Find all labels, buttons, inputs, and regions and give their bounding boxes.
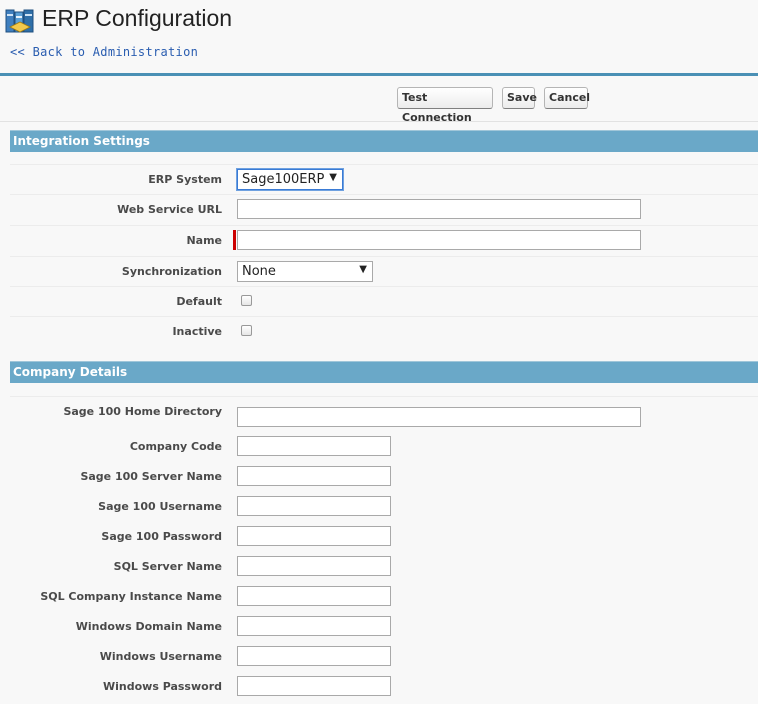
erp-system-label: ERP System bbox=[148, 173, 222, 186]
username-input[interactable] bbox=[237, 496, 391, 516]
windows-username-row: Windows Username bbox=[10, 642, 758, 672]
default-row: Default bbox=[10, 286, 758, 316]
sql-server-name-input[interactable] bbox=[237, 556, 391, 576]
windows-domain-input[interactable] bbox=[237, 616, 391, 636]
server-name-input[interactable] bbox=[237, 466, 391, 486]
required-indicator bbox=[233, 230, 236, 250]
username-row: Sage 100 Username bbox=[10, 492, 758, 522]
company-details-header: Company Details bbox=[10, 361, 758, 383]
section-title: Company Details bbox=[13, 365, 128, 379]
web-service-url-row: Web Service URL bbox=[10, 194, 758, 224]
page-header: ERP Configuration << Back to Administrat… bbox=[0, 0, 758, 76]
password-row: Sage 100 Password bbox=[10, 522, 758, 552]
sql-server-name-row: SQL Server Name bbox=[10, 552, 758, 582]
synchronization-label: Synchronization bbox=[121, 265, 222, 278]
dropdown-arrow-icon: ▼ bbox=[359, 264, 367, 275]
inactive-label: Inactive bbox=[172, 325, 222, 338]
integration-settings-header: Integration Settings bbox=[10, 130, 758, 152]
windows-username-input[interactable] bbox=[237, 646, 391, 666]
back-to-administration-link[interactable]: << Back to Administration bbox=[10, 45, 198, 59]
username-label: Sage 100 Username bbox=[98, 500, 222, 513]
section-title: Integration Settings bbox=[13, 134, 150, 148]
default-checkbox[interactable] bbox=[241, 295, 252, 306]
company-code-row: Company Code bbox=[10, 432, 758, 462]
company-code-label: Company Code bbox=[129, 440, 222, 453]
toolbar: Test Connection Save Cancel bbox=[0, 77, 758, 124]
web-service-url-label: Web Service URL bbox=[117, 203, 222, 216]
windows-domain-row: Windows Domain Name bbox=[10, 612, 758, 642]
password-label: Sage 100 Password bbox=[101, 530, 222, 543]
synchronization-value: None bbox=[242, 264, 276, 279]
windows-domain-label: Windows Domain Name bbox=[75, 620, 222, 633]
company-code-input[interactable] bbox=[237, 436, 391, 456]
home-directory-label: Sage 100 Home Directory bbox=[63, 405, 222, 418]
sql-instance-name-label: SQL Company Instance Name bbox=[40, 590, 222, 603]
name-row: Name bbox=[10, 225, 758, 255]
windows-username-label: Windows Username bbox=[99, 650, 222, 663]
inactive-checkbox[interactable] bbox=[241, 325, 252, 336]
erp-system-value: Sage100ERP bbox=[242, 172, 325, 187]
synchronization-select[interactable]: None ▼ bbox=[237, 261, 373, 282]
home-directory-input[interactable] bbox=[237, 407, 641, 427]
erp-system-select[interactable]: Sage100ERP ▼ bbox=[237, 169, 343, 190]
erp-books-icon bbox=[5, 9, 34, 33]
password-input[interactable] bbox=[237, 526, 391, 546]
synchronization-row: Synchronization None ▼ bbox=[10, 256, 758, 286]
dropdown-arrow-icon: ▼ bbox=[329, 172, 337, 183]
server-name-row: Sage 100 Server Name bbox=[10, 462, 758, 492]
sql-server-name-label: SQL Server Name bbox=[113, 560, 222, 573]
erp-system-row: ERP System Sage100ERP ▼ bbox=[10, 164, 758, 194]
windows-password-row: Windows Password bbox=[10, 672, 758, 702]
save-button[interactable]: Save bbox=[502, 87, 537, 109]
cancel-button[interactable]: Cancel bbox=[544, 87, 590, 109]
inactive-row: Inactive bbox=[10, 316, 758, 346]
page-title: ERP Configuration bbox=[42, 5, 233, 31]
home-directory-row: Sage 100 Home Directory bbox=[10, 396, 758, 427]
sql-instance-name-input[interactable] bbox=[237, 586, 391, 606]
web-service-url-input[interactable] bbox=[237, 199, 641, 219]
default-label: Default bbox=[176, 295, 222, 308]
windows-password-label: Windows Password bbox=[102, 680, 222, 693]
server-name-label: Sage 100 Server Name bbox=[80, 470, 222, 483]
name-label: Name bbox=[186, 234, 222, 247]
test-connection-button[interactable]: Test Connection bbox=[397, 87, 493, 124]
name-input[interactable] bbox=[237, 230, 641, 250]
windows-password-input[interactable] bbox=[237, 676, 391, 696]
sql-instance-name-row: SQL Company Instance Name bbox=[10, 582, 758, 612]
